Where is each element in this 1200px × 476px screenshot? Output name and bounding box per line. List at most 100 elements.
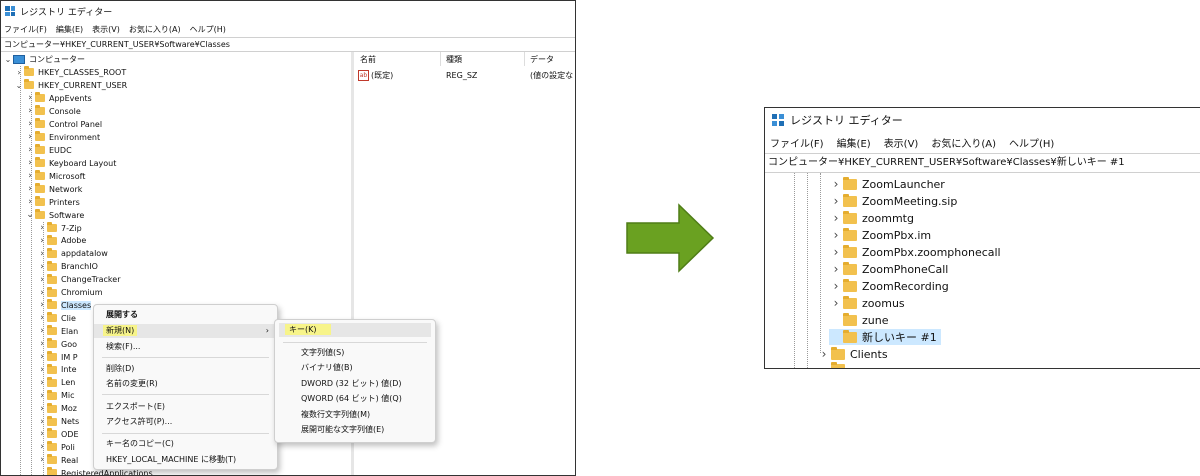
address-bar[interactable]: コンピューター¥HKEY_CURRENT_USER¥Software¥Class…: [765, 153, 1200, 173]
tree-item-hkcu[interactable]: ⌄ HKEY_CURRENT_USER: [14, 79, 127, 91]
menu-file[interactable]: ファイル(F): [770, 135, 824, 150]
chevron-right-icon[interactable]: ›: [37, 326, 47, 336]
tree-item-hkcu-child[interactable]: ⌄ Software: [25, 209, 84, 221]
chevron-right-icon[interactable]: ›: [829, 279, 843, 293]
chevron-right-icon[interactable]: ›: [37, 455, 47, 465]
tree-item-software-child[interactable]: › Real: [37, 454, 78, 466]
submenu-item-string[interactable]: 文字列値(S): [275, 346, 435, 360]
menu-item-expand[interactable]: 展開する: [94, 308, 277, 322]
value-row[interactable]: ab (既定) REG_SZ (値の設定な: [358, 69, 575, 81]
tree-item-hkcu-child[interactable]: › AppEvents: [25, 92, 92, 104]
menu-item-goto-hklm[interactable]: HKEY_LOCAL_MACHINE に移動(T): [94, 453, 277, 467]
tree-item-hkcu-child[interactable]: › Console: [25, 105, 81, 117]
tree-item-software-child[interactable]: › Clie: [37, 312, 76, 324]
menu-file[interactable]: ファイル(F): [4, 24, 47, 35]
tree-item-hkcu-child[interactable]: › Microsoft: [25, 170, 85, 182]
chevron-right-icon[interactable]: ›: [37, 249, 47, 259]
tree-item-software-child[interactable]: › Classes: [37, 299, 92, 311]
chevron-right-icon[interactable]: ›: [37, 223, 47, 233]
chevron-right-icon[interactable]: ›: [37, 442, 47, 452]
chevron-right-icon[interactable]: ›: [37, 365, 47, 375]
chevron-right-icon[interactable]: ›: [37, 429, 47, 439]
chevron-down-icon[interactable]: ⌄: [3, 55, 13, 64]
tree-item-software-child[interactable]: › 7-Zip: [37, 222, 82, 234]
tree-item-software-child[interactable]: › appdatalow: [37, 247, 108, 260]
tree-item-software-child[interactable]: › Elan: [37, 325, 78, 337]
tree-item[interactable]: › zoommtg: [829, 210, 914, 226]
chevron-right-icon[interactable]: ›: [37, 417, 47, 427]
menu-item-export[interactable]: エクスポート(E): [94, 400, 277, 414]
tree-item-hkcr[interactable]: › HKEY_CLASSES_ROOT: [14, 66, 126, 78]
menu-item-rename[interactable]: 名前の変更(R): [94, 377, 277, 391]
tree-item-computer[interactable]: ⌄ コンピューター: [3, 53, 85, 65]
chevron-right-icon[interactable]: ›: [829, 245, 843, 259]
submenu-item-dword[interactable]: DWORD (32 ビット) 値(D): [275, 377, 435, 391]
chevron-right-icon[interactable]: ›: [37, 236, 47, 246]
chevron-right-icon[interactable]: ›: [37, 262, 47, 272]
chevron-down-icon[interactable]: ⌄: [25, 210, 35, 220]
menu-favorites[interactable]: お気に入り(A): [129, 24, 181, 35]
chevron-right-icon[interactable]: ›: [25, 171, 35, 181]
chevron-right-icon[interactable]: ›: [25, 93, 35, 103]
chevron-right-icon[interactable]: ›: [817, 347, 831, 361]
tree-item[interactable]: › ZoomLauncher: [829, 176, 945, 192]
tree-item-hkcu-child[interactable]: › EUDC: [25, 144, 72, 156]
tree-item-software-child[interactable]: › Inte: [37, 363, 77, 376]
tree-item-software-child[interactable]: › Nets: [37, 415, 79, 428]
chevron-right-icon[interactable]: ›: [37, 339, 47, 349]
submenu-item-qword[interactable]: QWORD (64 ビット) 値(Q): [275, 392, 435, 406]
tree-item-hkcu-child[interactable]: › Network: [25, 183, 82, 195]
chevron-right-icon[interactable]: ›: [37, 313, 47, 323]
tree-item[interactable]: › ZoomPbx.zoomphonecall: [829, 244, 1001, 260]
chevron-right-icon[interactable]: ›: [25, 158, 35, 168]
menu-view[interactable]: 表示(V): [92, 24, 120, 35]
chevron-right-icon[interactable]: ›: [25, 197, 35, 207]
tree-item[interactable]: › ZoomRecording: [829, 278, 949, 294]
tree-item-software-child[interactable]: › IM P: [37, 351, 78, 363]
tree-item[interactable]: › ZoomPbx.im: [829, 227, 931, 243]
chevron-right-icon[interactable]: ›: [829, 228, 843, 242]
tree-item-software-child[interactable]: › BranchIO: [37, 260, 98, 273]
tree-item-software-child[interactable]: › Mic: [37, 389, 75, 402]
tree-item-hkcu-child[interactable]: › Keyboard Layout: [25, 157, 116, 169]
tree-pane[interactable]: › ZoomLauncher › ZoomMeeting.sip › zoommtg › Zo…: [765, 173, 1200, 368]
chevron-right-icon[interactable]: ›: [37, 378, 47, 388]
menu-item-copy-key-name[interactable]: キー名のコピー(C): [94, 437, 277, 451]
tree-item-clients[interactable]: › Clients: [817, 346, 888, 362]
submenu-item-key[interactable]: キー(K): [279, 323, 431, 337]
tree-item-software-child[interactable]: › Chromium: [37, 286, 103, 299]
submenu-item-binary[interactable]: バイナリ値(B): [275, 361, 435, 375]
chevron-right-icon[interactable]: ›: [37, 288, 47, 298]
chevron-right-icon[interactable]: ›: [829, 177, 843, 191]
column-name[interactable]: 名前: [360, 54, 376, 65]
tree-item[interactable]: › zoomus: [829, 295, 905, 311]
chevron-right-icon[interactable]: ›: [25, 184, 35, 194]
menu-help[interactable]: ヘルプ(H): [190, 24, 226, 35]
tree-item-software-child[interactable]: › Len: [37, 376, 75, 389]
tree-item-software-child[interactable]: › Goo: [37, 338, 77, 350]
column-data[interactable]: データ: [530, 54, 554, 65]
chevron-right-icon[interactable]: ›: [37, 300, 47, 310]
tree-item-hkcu-child[interactable]: › Control Panel: [25, 118, 102, 130]
chevron-right-icon[interactable]: ›: [37, 352, 47, 362]
tree-item-software-child[interactable]: › Moz: [37, 402, 77, 415]
chevron-right-icon[interactable]: ›: [14, 68, 24, 77]
tree-item-software-child[interactable]: › Adobe: [37, 234, 86, 247]
menu-edit[interactable]: 編集(E): [837, 135, 871, 150]
tree-item[interactable]: › ZoomMeeting.sip: [829, 193, 957, 209]
menu-help[interactable]: ヘルプ(H): [1009, 135, 1054, 150]
menu-view[interactable]: 表示(V): [884, 135, 919, 150]
submenu-item-expandable-string[interactable]: 展開可能な文字列値(E): [275, 423, 435, 437]
tree-item[interactable]: zune: [829, 312, 889, 328]
column-type[interactable]: 種類: [446, 54, 462, 65]
tree-item-software-child[interactable]: › Poli: [37, 441, 75, 453]
tree-item-software-child[interactable]: › ODE: [37, 428, 79, 440]
submenu-item-multi-string[interactable]: 複数行文字列値(M): [275, 408, 435, 422]
tree-item-hkcu-child[interactable]: › Environment: [25, 131, 100, 143]
menu-favorites[interactable]: お気に入り(A): [931, 135, 996, 150]
chevron-right-icon[interactable]: ›: [37, 404, 47, 414]
chevron-right-icon[interactable]: ›: [25, 145, 35, 155]
chevron-right-icon[interactable]: ›: [829, 194, 843, 208]
menu-edit[interactable]: 編集(E): [56, 24, 83, 35]
chevron-right-icon[interactable]: ›: [25, 106, 35, 116]
